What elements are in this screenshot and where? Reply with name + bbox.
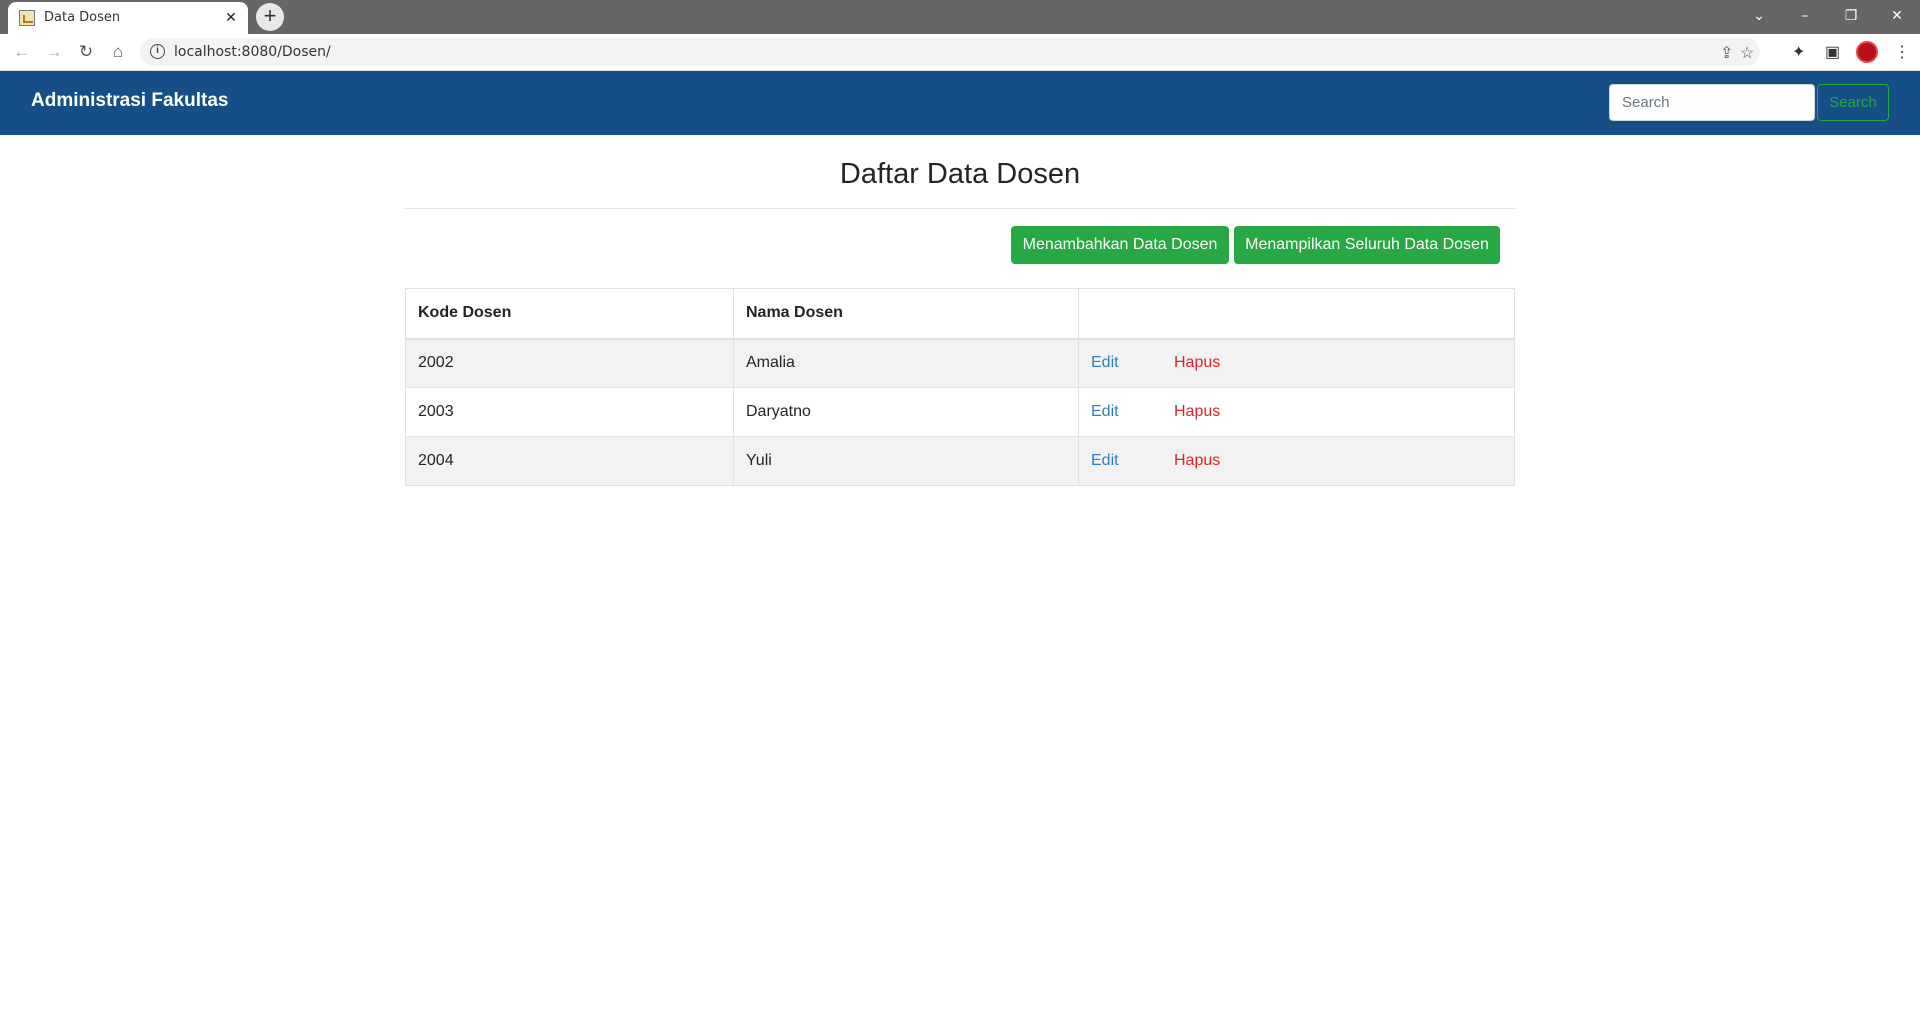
browser-tab[interactable]: Data Dosen ✕ bbox=[8, 2, 248, 34]
table-row: 2003 Daryatno Edit Hapus bbox=[405, 387, 1515, 437]
window-close-icon[interactable]: ✕ bbox=[1877, 2, 1917, 30]
dosen-table: Kode Dosen Nama Dosen 2002 Amalia Edit Ha… bbox=[405, 288, 1515, 486]
kode-cell: 2004 bbox=[405, 436, 734, 486]
address-url: localhost:8080/Dosen/ bbox=[174, 44, 331, 60]
actions-cell: Edit Hapus bbox=[1078, 387, 1515, 437]
site-info-icon[interactable]: i bbox=[150, 44, 165, 59]
back-arrow-icon[interactable]: ← bbox=[10, 40, 34, 64]
nama-cell: Daryatno bbox=[733, 387, 1079, 437]
title-divider bbox=[405, 208, 1515, 209]
nama-cell: Yuli bbox=[733, 436, 1079, 486]
table-header-row: Kode Dosen Nama Dosen bbox=[405, 288, 1515, 340]
browser-tab-bar: Data Dosen ✕ + ⌄ – ❐ ✕ bbox=[0, 0, 1920, 34]
header-nama-dosen: Nama Dosen bbox=[733, 288, 1079, 340]
side-panel-icon[interactable]: ▣ bbox=[1825, 42, 1840, 62]
table-row: 2004 Yuli Edit Hapus bbox=[405, 436, 1515, 486]
hapus-link[interactable]: Hapus bbox=[1174, 452, 1220, 470]
home-icon[interactable]: ⌂ bbox=[106, 40, 130, 64]
app-navbar: Administrasi Fakultas Search bbox=[0, 71, 1920, 135]
edit-link[interactable]: Edit bbox=[1091, 403, 1174, 421]
brand-title[interactable]: Administrasi Fakultas bbox=[31, 90, 228, 112]
tab-title: Data Dosen bbox=[44, 10, 121, 25]
restore-icon[interactable]: ❐ bbox=[1831, 2, 1871, 30]
kode-cell: 2003 bbox=[405, 387, 734, 437]
hapus-link[interactable]: Hapus bbox=[1174, 354, 1220, 372]
browser-toolbar: ← → ↻ ⌂ i localhost:8080/Dosen/ ⇪ ☆ ✦ ▣ … bbox=[0, 34, 1920, 71]
edit-link[interactable]: Edit bbox=[1091, 452, 1174, 470]
search-input[interactable] bbox=[1609, 84, 1815, 121]
kode-cell: 2002 bbox=[405, 338, 734, 388]
tab-search-icon[interactable]: ⌄ bbox=[1739, 2, 1779, 30]
actions-cell: Edit Hapus bbox=[1078, 338, 1515, 388]
search-button[interactable]: Search bbox=[1817, 84, 1889, 121]
page-favicon-icon bbox=[19, 10, 35, 26]
minimize-icon[interactable]: – bbox=[1785, 2, 1825, 30]
actions-cell: Edit Hapus bbox=[1078, 436, 1515, 486]
forward-arrow-icon[interactable]: → bbox=[42, 40, 66, 64]
bookmark-star-icon[interactable]: ☆ bbox=[1740, 43, 1754, 63]
edit-link[interactable]: Edit bbox=[1091, 354, 1174, 372]
extensions-puzzle-icon[interactable]: ✦ bbox=[1792, 42, 1805, 62]
browser-menu-icon[interactable]: ⋮ bbox=[1894, 42, 1910, 62]
table-row: 2002 Amalia Edit Hapus bbox=[405, 338, 1515, 388]
tab-close-icon[interactable]: ✕ bbox=[222, 8, 240, 26]
reload-icon[interactable]: ↻ bbox=[74, 40, 98, 64]
page-title: Daftar Data Dosen bbox=[839, 158, 1081, 190]
add-dosen-button[interactable]: Menambahkan Data Dosen bbox=[1011, 226, 1229, 264]
share-icon[interactable]: ⇪ bbox=[1720, 43, 1733, 63]
header-kode-dosen: Kode Dosen bbox=[405, 288, 734, 340]
address-bar[interactable]: i localhost:8080/Dosen/ ⇪ ☆ bbox=[140, 38, 1760, 66]
hapus-link[interactable]: Hapus bbox=[1174, 403, 1220, 421]
show-all-dosen-button[interactable]: Menampilkan Seluruh Data Dosen bbox=[1234, 226, 1500, 264]
profile-avatar[interactable] bbox=[1856, 41, 1878, 63]
header-actions bbox=[1078, 288, 1515, 340]
nama-cell: Amalia bbox=[733, 338, 1079, 388]
new-tab-button[interactable]: + bbox=[256, 3, 284, 31]
